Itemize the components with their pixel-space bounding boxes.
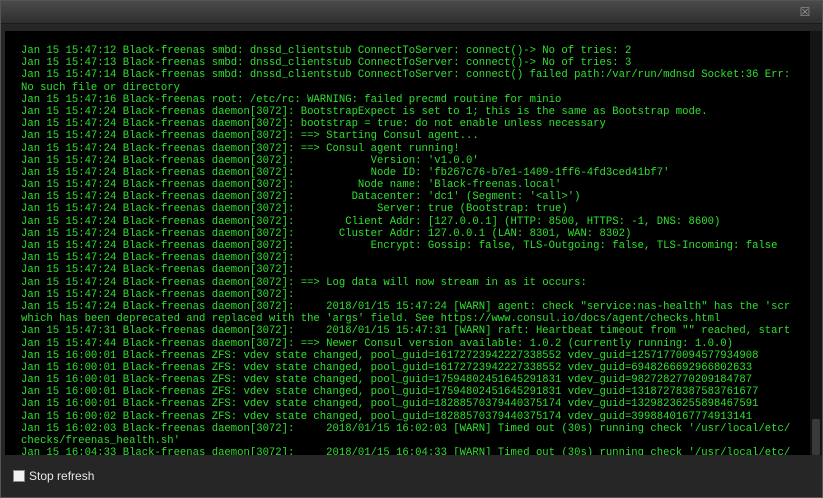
log-line: Jan 15 15:47:24 Black-freenas daemon[307… <box>21 191 581 204</box>
log-line: Jan 15 15:47:24 Black-freenas daemon[307… <box>21 154 479 167</box>
log-line: Jan 15 15:47:24 Black-freenas daemon[307… <box>21 227 632 240</box>
log-line: Jan 15 16:00:01 Black-freenas ZFS: vdev … <box>21 386 759 399</box>
log-line: Jan 15 15:47:14 Black-freenas smbd: dnss… <box>21 69 791 82</box>
log-viewer-window: ☒ Jan 15 15:47:12 Black-freenas smbd: dn… <box>0 0 823 498</box>
log-lines: Jan 15 15:47:12 Black-freenas smbd: dnss… <box>21 45 822 455</box>
log-line: Jan 15 16:02:03 Black-freenas daemon[307… <box>21 422 791 435</box>
log-line: Jan 15 16:00:01 Black-freenas ZFS: vdev … <box>21 398 759 411</box>
log-line: Jan 15 16:00:02 Black-freenas ZFS: vdev … <box>21 410 753 423</box>
log-line: Jan 15 15:47:24 Black-freenas daemon[307… <box>21 203 568 216</box>
log-line: Jan 15 15:47:12 Black-freenas smbd: dnss… <box>21 45 632 57</box>
log-line: Jan 15 15:47:24 Black-freenas daemon[307… <box>21 105 708 118</box>
log-line: Jan 15 15:47:24 Black-freenas daemon[307… <box>21 276 587 289</box>
title-bar[interactable]: ☒ <box>1 1 822 24</box>
stop-refresh-label[interactable]: Stop refresh <box>29 469 94 483</box>
stop-refresh-checkbox[interactable] <box>13 470 25 482</box>
log-line: Jan 15 15:47:24 Black-freenas daemon[307… <box>21 240 778 252</box>
log-line: checks/freenas_health.sh' <box>21 435 180 447</box>
log-line: Jan 15 15:47:13 Black-freenas smbd: dnss… <box>21 57 632 70</box>
log-line: Jan 15 15:47:24 Black-freenas daemon[307… <box>21 215 721 228</box>
log-line: Jan 15 15:47:24 Black-freenas daemon[307… <box>21 264 295 277</box>
log-line: Jan 15 15:47:24 Black-freenas daemon[307… <box>21 166 670 179</box>
log-line: Jan 15 15:47:31 Black-freenas daemon[307… <box>21 325 791 338</box>
log-line: Jan 15 16:04:33 Black-freenas daemon[307… <box>21 447 791 455</box>
log-line: Jan 15 16:00:01 Black-freenas ZFS: vdev … <box>21 361 753 374</box>
footer-controls: Stop refresh <box>13 468 94 484</box>
vertical-scrollbar[interactable] <box>810 31 822 455</box>
log-line: Jan 15 15:47:24 Black-freenas daemon[307… <box>21 142 460 155</box>
log-console[interactable]: Jan 15 15:47:12 Black-freenas smbd: dnss… <box>5 31 822 455</box>
log-line: Jan 15 15:47:44 Black-freenas daemon[307… <box>21 337 734 350</box>
log-line: Jan 15 15:47:24 Black-freenas daemon[307… <box>21 288 295 301</box>
log-line: Jan 15 15:47:24 Black-freenas daemon[307… <box>21 300 791 313</box>
log-line: Jan 15 15:47:24 Black-freenas daemon[307… <box>21 252 295 265</box>
scrollbar-thumb[interactable] <box>812 419 820 455</box>
log-line: Jan 15 15:47:24 Black-freenas daemon[307… <box>21 118 606 131</box>
log-line: Jan 15 15:47:16 Black-freenas root: /etc… <box>21 93 562 106</box>
log-line: Jan 15 16:00:01 Black-freenas ZFS: vdev … <box>21 374 753 387</box>
close-icon[interactable]: ☒ <box>798 5 812 19</box>
log-line: Jan 15 15:47:24 Black-freenas daemon[307… <box>21 179 562 192</box>
log-line: Jan 15 15:47:24 Black-freenas daemon[307… <box>21 130 479 143</box>
log-line: No such file or directory <box>21 81 180 94</box>
log-line: which has been deprecated and replaced w… <box>21 313 721 326</box>
log-line: Jan 15 16:00:01 Black-freenas ZFS: vdev … <box>21 349 759 362</box>
